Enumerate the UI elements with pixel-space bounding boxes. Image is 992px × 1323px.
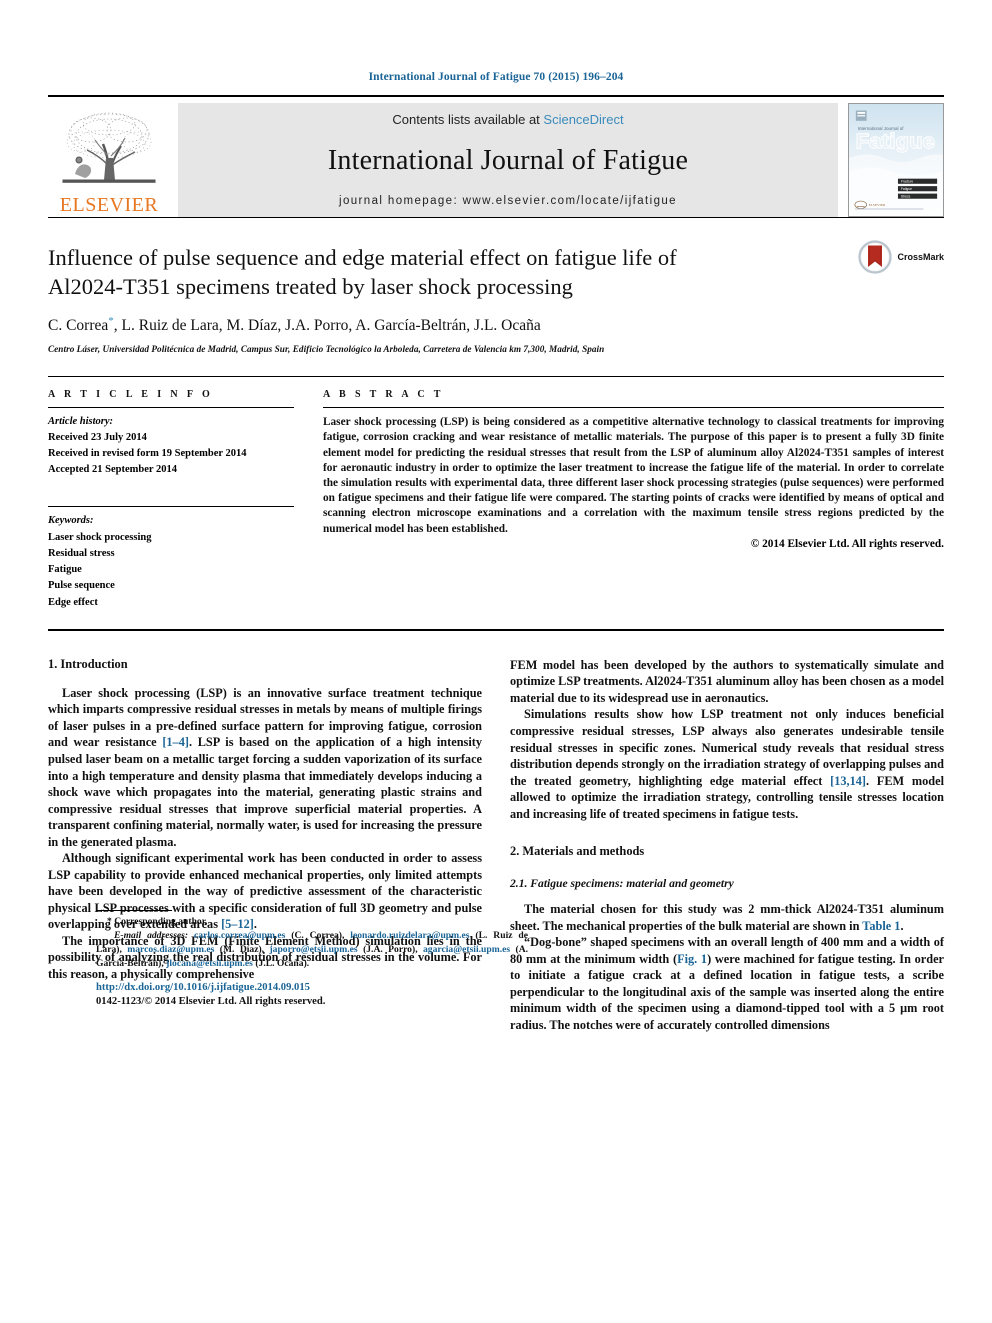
citation-link[interactable]: [13,14]	[830, 774, 866, 788]
info-abstract-area: A R T I C L E I N F O Article history: R…	[48, 377, 944, 611]
article-info-rule	[48, 407, 294, 409]
para-text: .	[900, 918, 904, 933]
journal-homepage-line[interactable]: journal homepage: www.elsevier.com/locat…	[339, 195, 677, 207]
keyword-item: Residual stress	[48, 547, 115, 559]
keyword-item: Pulse sequence	[48, 580, 115, 592]
para-text: . LSP is based on the application of a h…	[48, 735, 482, 849]
history-accepted: Accepted 21 September 2014	[48, 463, 177, 475]
doi-block: http://dx.doi.org/10.1016/j.ijfatigue.20…	[96, 981, 325, 1010]
abstract-column: A B S T R A C T Laser shock processing (…	[323, 389, 944, 611]
history-received: Received 23 July 2014	[48, 432, 147, 444]
heading-fatigue-specimens: 2.1. Fatigue specimens: material and geo…	[510, 877, 734, 891]
journal-article-page: International Journal of Fatigue 70 (201…	[0, 0, 992, 1323]
sciencedirect-link[interactable]: ScienceDirect	[543, 112, 623, 127]
body-columns: 1. Introduction Laser shock processing (…	[48, 631, 944, 1034]
email-owner: (C. Correa)	[291, 930, 342, 942]
svg-text:ELSEVIER: ELSEVIER	[869, 203, 886, 207]
page-title: Influence of pulse sequence and edge mat…	[48, 245, 677, 299]
affiliation: Centro Láser, Universidad Politécnica de…	[48, 344, 605, 355]
elsevier-wordmark: ELSEVIER	[59, 194, 159, 216]
running-head: International Journal of Fatigue 70 (201…	[368, 71, 624, 83]
right-column: FEM model has been developed by the auth…	[510, 657, 944, 1034]
email-link[interactable]: japorro@etsii.upm.es	[269, 944, 357, 955]
keywords-title: Keywords:	[48, 515, 94, 527]
svg-text:Fatigue: Fatigue	[856, 130, 935, 152]
abstract-heading: A B S T R A C T	[323, 389, 444, 401]
footnote-block: * Corresponding author. E-mail addresses…	[96, 910, 528, 971]
keyword-item: Fatigue	[48, 564, 82, 576]
email-owner: (J.L. Ocaña).	[255, 958, 310, 970]
article-history-block: Article history: Received 23 July 2014 R…	[48, 414, 294, 477]
cover-art: International Journal of Fatigue Fatigue…	[849, 104, 943, 216]
author-names: C. Correa	[48, 317, 109, 335]
keyword-item: Laser shock processing	[48, 531, 152, 543]
corresponding-author-note: * Corresponding author.	[107, 916, 208, 928]
svg-text:Fatigue: Fatigue	[901, 187, 912, 191]
abstract-rule	[323, 407, 944, 409]
email-link[interactable]: carlos.correa@upm.es	[194, 930, 285, 941]
doi-link[interactable]: http://dx.doi.org/10.1016/j.ijfatigue.20…	[96, 981, 325, 995]
issn-copyright-line: 0142-1123/© 2014 Elsevier Ltd. All right…	[96, 996, 326, 1008]
paragraph-intro-1: Laser shock processing (LSP) is an innov…	[48, 685, 482, 850]
paragraph-intro-5: Simulations results show how LSP treatme…	[510, 706, 944, 822]
email-owner: (M. Díaz)	[219, 944, 262, 956]
crossmark-label: CrossMark	[897, 252, 944, 262]
masthead-center-panel: Contents lists available at ScienceDirec…	[178, 103, 838, 217]
email-link[interactable]: marcos.diaz@upm.es	[127, 944, 214, 955]
paragraph-intro-4: FEM model has been developed by the auth…	[510, 657, 944, 705]
svg-text:Fracture: Fracture	[901, 180, 914, 184]
heading-materials-methods: 2. Materials and methods	[510, 844, 645, 859]
email-link[interactable]: jlocana@etsii.upm.es	[166, 958, 253, 969]
journal-masthead: ELSEVIER Contents lists available at Sci…	[48, 95, 944, 217]
figure-link[interactable]: Fig. 1	[677, 952, 707, 966]
footnote-text: * Corresponding author. E-mail addresses…	[96, 916, 529, 970]
abstract-text: Laser shock processing (LSP) is being co…	[323, 416, 944, 535]
elsevier-logo: ELSEVIER	[48, 103, 170, 217]
footnote-rule	[96, 910, 172, 912]
elsevier-tree-icon	[62, 112, 156, 183]
journal-cover-thumbnail: International Journal of Fatigue Fatigue…	[848, 103, 944, 217]
email-owner: (J.A. Porro)	[363, 944, 416, 956]
svg-text:Stress: Stress	[901, 195, 911, 199]
table-link[interactable]: Table 1	[862, 919, 900, 933]
author-list: C. Correa*, L. Ruiz de Lara, M. Díaz, J.…	[48, 315, 944, 335]
abstract-copyright: © 2014 Elsevier Ltd. All rights reserved…	[750, 537, 944, 550]
crossmark-badge[interactable]: CrossMark	[858, 240, 944, 274]
keywords-rule	[48, 506, 294, 508]
author-names-rest: , L. Ruiz de Lara, M. Díaz, J.A. Porro, …	[113, 317, 541, 335]
article-info-heading: A R T I C L E I N F O	[48, 389, 214, 401]
heading-introduction: 1. Introduction	[48, 656, 128, 671]
paragraph-materials-1: The material chosen for this study was 2…	[510, 901, 944, 934]
history-revised: Received in revised form 19 September 20…	[48, 447, 247, 459]
contents-prefix: Contents lists available at	[392, 112, 544, 127]
article-info-column: A R T I C L E I N F O Article history: R…	[48, 389, 294, 611]
email-link[interactable]: leonardo.ruizdelara@upm.es	[350, 930, 469, 941]
crossmark-icon	[858, 240, 893, 274]
left-column: 1. Introduction Laser shock processing (…	[48, 656, 528, 1034]
citation-link[interactable]: [1–4]	[162, 735, 189, 749]
contents-lists-line: Contents lists available at ScienceDirec…	[392, 112, 623, 127]
journal-title: International Journal of Fatigue	[327, 145, 689, 176]
article-history-title: Article history:	[48, 416, 114, 428]
keyword-item: Edge effect	[48, 596, 98, 608]
email-link[interactable]: agarcia@etsii.upm.es	[423, 944, 510, 955]
title-block: CrossMark Influence of pulse sequence an…	[48, 218, 944, 354]
email-addresses-label: E-mail addresses:	[114, 930, 189, 942]
paragraph-materials-2: “Dog-bone” shaped specimens with an over…	[510, 934, 944, 1033]
